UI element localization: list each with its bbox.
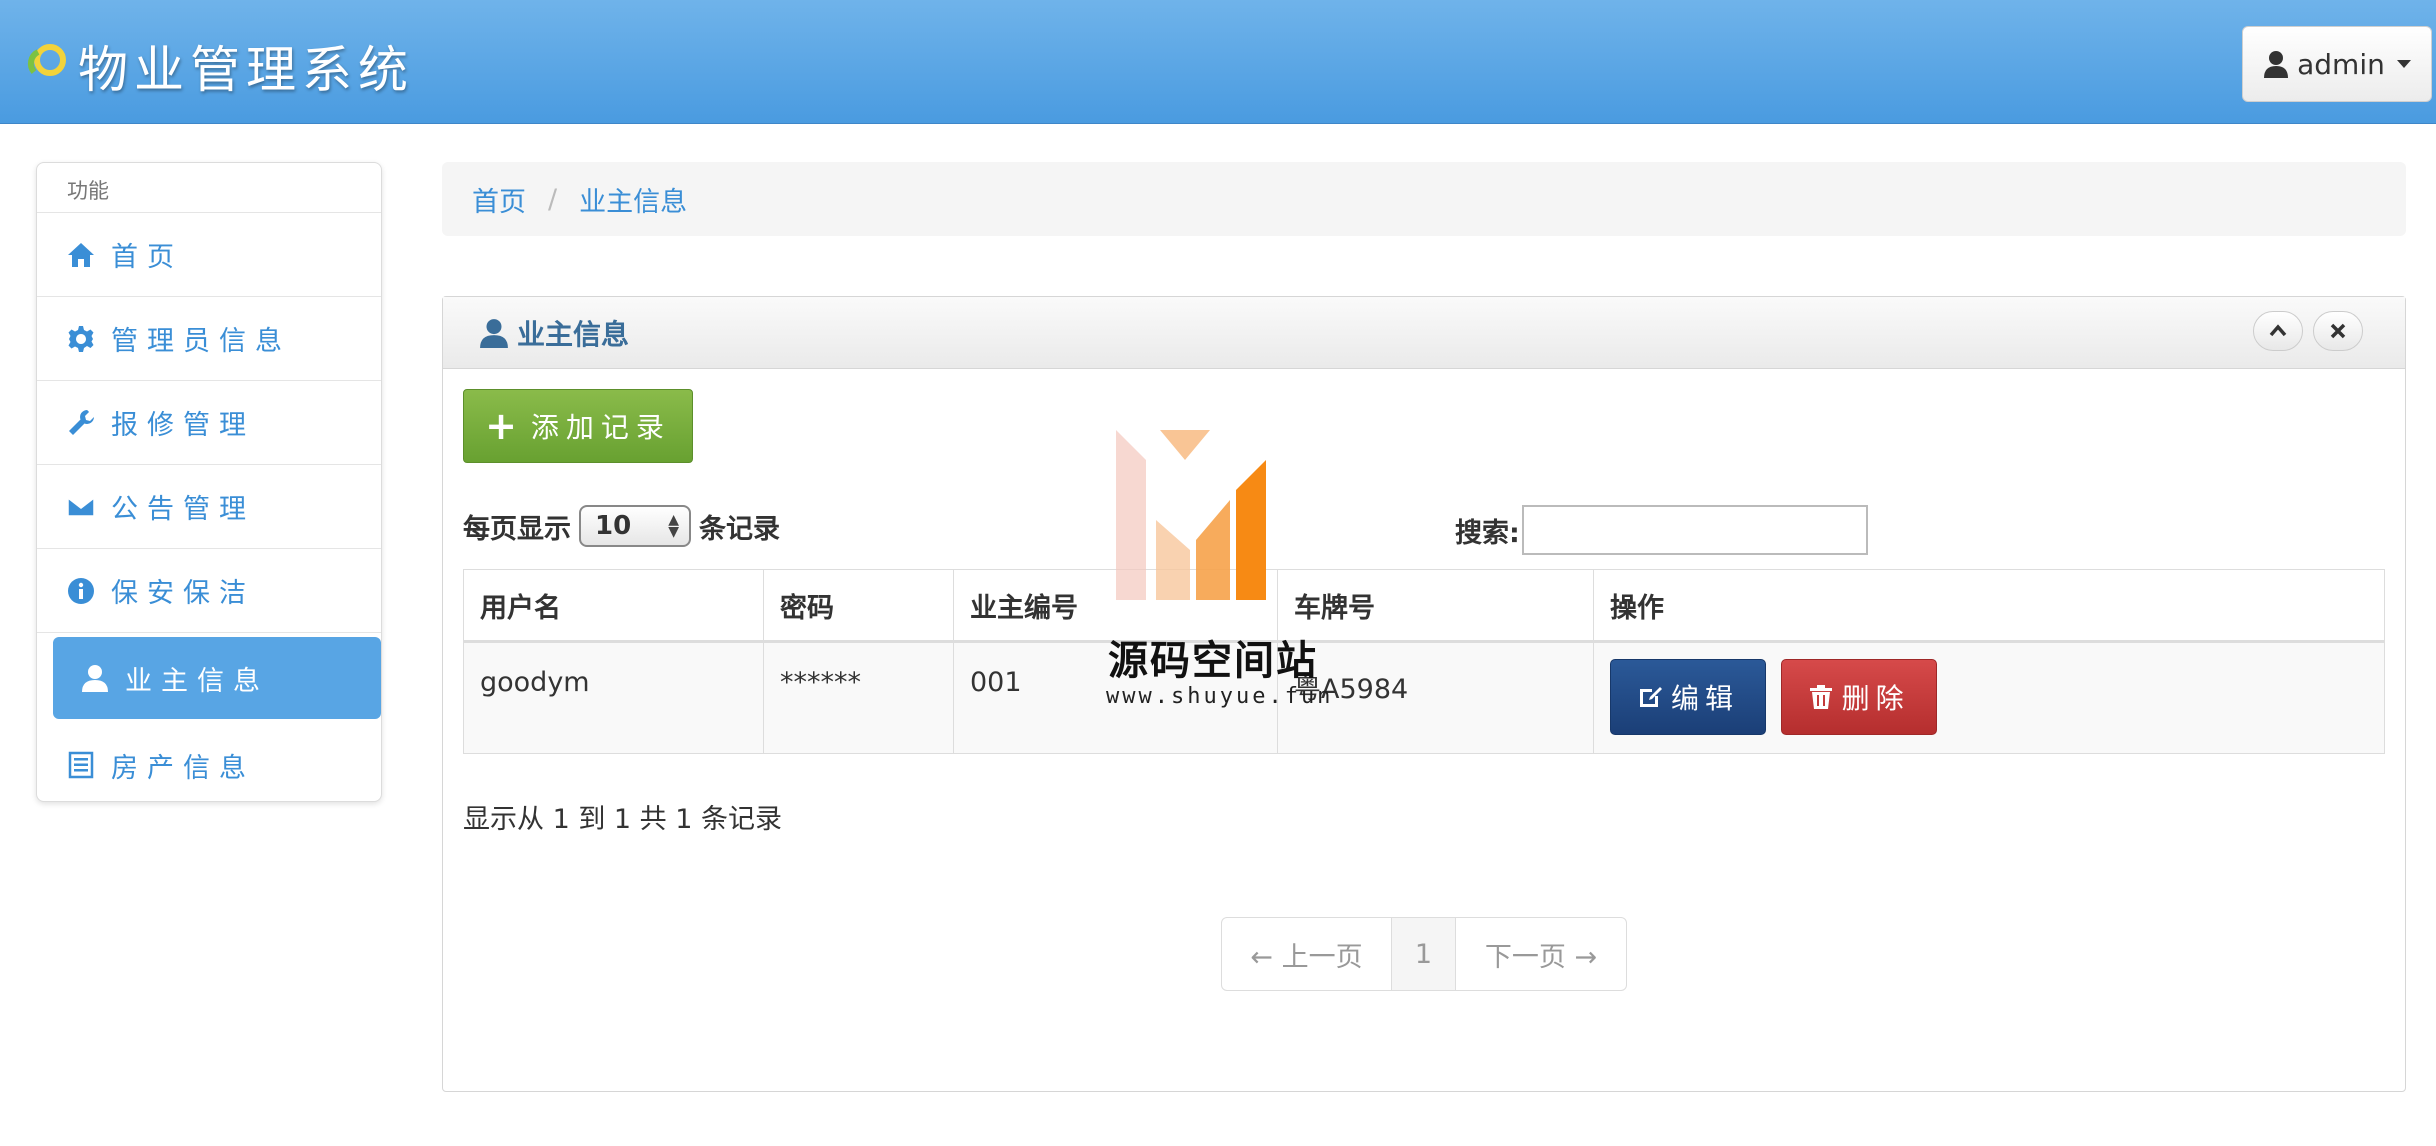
sidebar-item-label: 房产信息 bbox=[111, 752, 255, 784]
cell-password: ****** bbox=[763, 641, 954, 754]
user-menu-button[interactable]: admin bbox=[2242, 26, 2432, 102]
breadcrumb-current[interactable]: 业主信息 bbox=[579, 180, 687, 219]
collapse-panel-button[interactable] bbox=[2253, 311, 2303, 351]
info-icon bbox=[68, 577, 94, 604]
chevron-down-icon bbox=[2396, 60, 2411, 68]
owner-info-panel: 业主信息 + 添加记录 每页显示 10 ▲ ▼ 条记录 搜索: 用户名 密码 业主… bbox=[442, 296, 2406, 1092]
watermark-url: www.shuyue.fun bbox=[1106, 684, 1334, 709]
edit-icon bbox=[1640, 687, 1662, 707]
logo-icon bbox=[27, 44, 66, 76]
column-header-plate[interactable]: 车牌号 bbox=[1277, 569, 1594, 643]
cell-operations: 编辑 删除 bbox=[1593, 641, 2385, 754]
user-icon bbox=[82, 665, 108, 692]
sidebar-item-owner-info[interactable]: 业主信息 bbox=[53, 637, 381, 719]
prev-page-button[interactable]: ← 上一页 bbox=[1222, 918, 1392, 990]
wrench-icon bbox=[69, 409, 94, 435]
table-row: goodym ****** 001 粤A5984 编辑 删除 bbox=[463, 641, 2385, 754]
column-header-password[interactable]: 密码 bbox=[763, 569, 954, 643]
plus-icon: + bbox=[485, 404, 517, 448]
trash-icon bbox=[1809, 685, 1832, 709]
page-length-select[interactable]: 10 ▲ ▼ bbox=[579, 505, 691, 547]
user-name: admin bbox=[2297, 47, 2385, 81]
breadcrumb-separator: / bbox=[548, 183, 558, 215]
owner-table: 用户名 密码 业主编号 车牌号 操作 goodym ****** 001 粤A5… bbox=[463, 569, 2385, 754]
delete-button[interactable]: 删除 bbox=[1780, 659, 1937, 735]
sidebar-item-label: 首页 bbox=[111, 242, 183, 273]
next-page-button[interactable]: 下一页 → bbox=[1456, 918, 1626, 990]
sidebar-item-repair[interactable]: 报修管理 bbox=[37, 381, 381, 465]
pagination: ← 上一页 1 下一页 → bbox=[1221, 917, 1627, 991]
edit-label: 编辑 bbox=[1671, 682, 1740, 715]
chevron-up-icon bbox=[2269, 324, 2287, 337]
envelope-icon bbox=[67, 496, 95, 517]
top-navbar: 物业管理系统 admin bbox=[0, 0, 2436, 124]
panel-header: 业主信息 bbox=[443, 297, 2405, 369]
user-icon bbox=[2264, 51, 2289, 78]
delete-label: 删除 bbox=[1841, 682, 1910, 715]
home-icon bbox=[68, 242, 94, 267]
sidebar-heading: 功能 bbox=[37, 163, 381, 213]
search-input[interactable] bbox=[1521, 505, 1868, 555]
length-suffix: 条记录 bbox=[699, 513, 780, 545]
add-record-label: 添加记录 bbox=[530, 411, 671, 444]
add-record-button[interactable]: + 添加记录 bbox=[463, 389, 693, 463]
page-number-button[interactable]: 1 bbox=[1392, 918, 1456, 990]
watermark-text: 源码空间站 bbox=[1108, 638, 1318, 684]
sidebar-item-notice[interactable]: 公告管理 bbox=[37, 465, 381, 549]
cell-username: goodym bbox=[463, 641, 764, 754]
edit-button[interactable]: 编辑 bbox=[1610, 659, 1767, 735]
user-icon bbox=[480, 318, 508, 348]
panel-tools bbox=[2253, 311, 2363, 351]
sidebar-item-label: 公告管理 bbox=[111, 494, 255, 525]
table-info: 显示从 1 到 1 共 1 条记录 bbox=[463, 804, 783, 835]
sidebar-item-label: 报修管理 bbox=[111, 410, 255, 441]
sidebar-item-label: 业主信息 bbox=[125, 665, 269, 697]
close-icon bbox=[2330, 323, 2346, 339]
column-header-operations: 操作 bbox=[1593, 569, 2385, 643]
close-panel-button[interactable] bbox=[2313, 311, 2363, 351]
sidebar-item-home[interactable]: 首页 bbox=[37, 213, 381, 297]
breadcrumb: 首页 / 业主信息 bbox=[442, 162, 2406, 236]
sidebar-item-label: 保安保洁 bbox=[111, 578, 255, 609]
sidebar-item-admin-info[interactable]: 管理员信息 bbox=[37, 297, 381, 381]
length-prefix: 每页显示 bbox=[463, 513, 571, 545]
sidebar-item-label: 管理员信息 bbox=[111, 326, 291, 357]
search-control: 搜索: bbox=[1455, 505, 1868, 555]
column-header-username[interactable]: 用户名 bbox=[463, 569, 764, 643]
page-length-control: 每页显示 10 ▲ ▼ 条记录 bbox=[463, 505, 780, 547]
select-arrows-icon: ▲ ▼ bbox=[668, 512, 679, 540]
app-title: 物业管理系统 bbox=[78, 41, 414, 99]
breadcrumb-home-link[interactable]: 首页 bbox=[472, 180, 526, 219]
sidebar: 功能 首页 管理员信息 报修管理 公告管理 保安保洁 业主信息 房产信息 bbox=[36, 162, 382, 802]
list-icon bbox=[68, 751, 94, 779]
sidebar-item-property-info[interactable]: 房产信息 bbox=[37, 723, 381, 807]
panel-title: 业主信息 bbox=[517, 317, 630, 351]
gear-icon bbox=[68, 325, 94, 352]
table-header-row: 用户名 密码 业主编号 车牌号 操作 bbox=[463, 569, 2385, 643]
sidebar-item-security-cleaning[interactable]: 保安保洁 bbox=[37, 549, 381, 633]
page-length-value: 10 bbox=[595, 511, 632, 541]
search-label: 搜索: bbox=[1455, 517, 1520, 549]
